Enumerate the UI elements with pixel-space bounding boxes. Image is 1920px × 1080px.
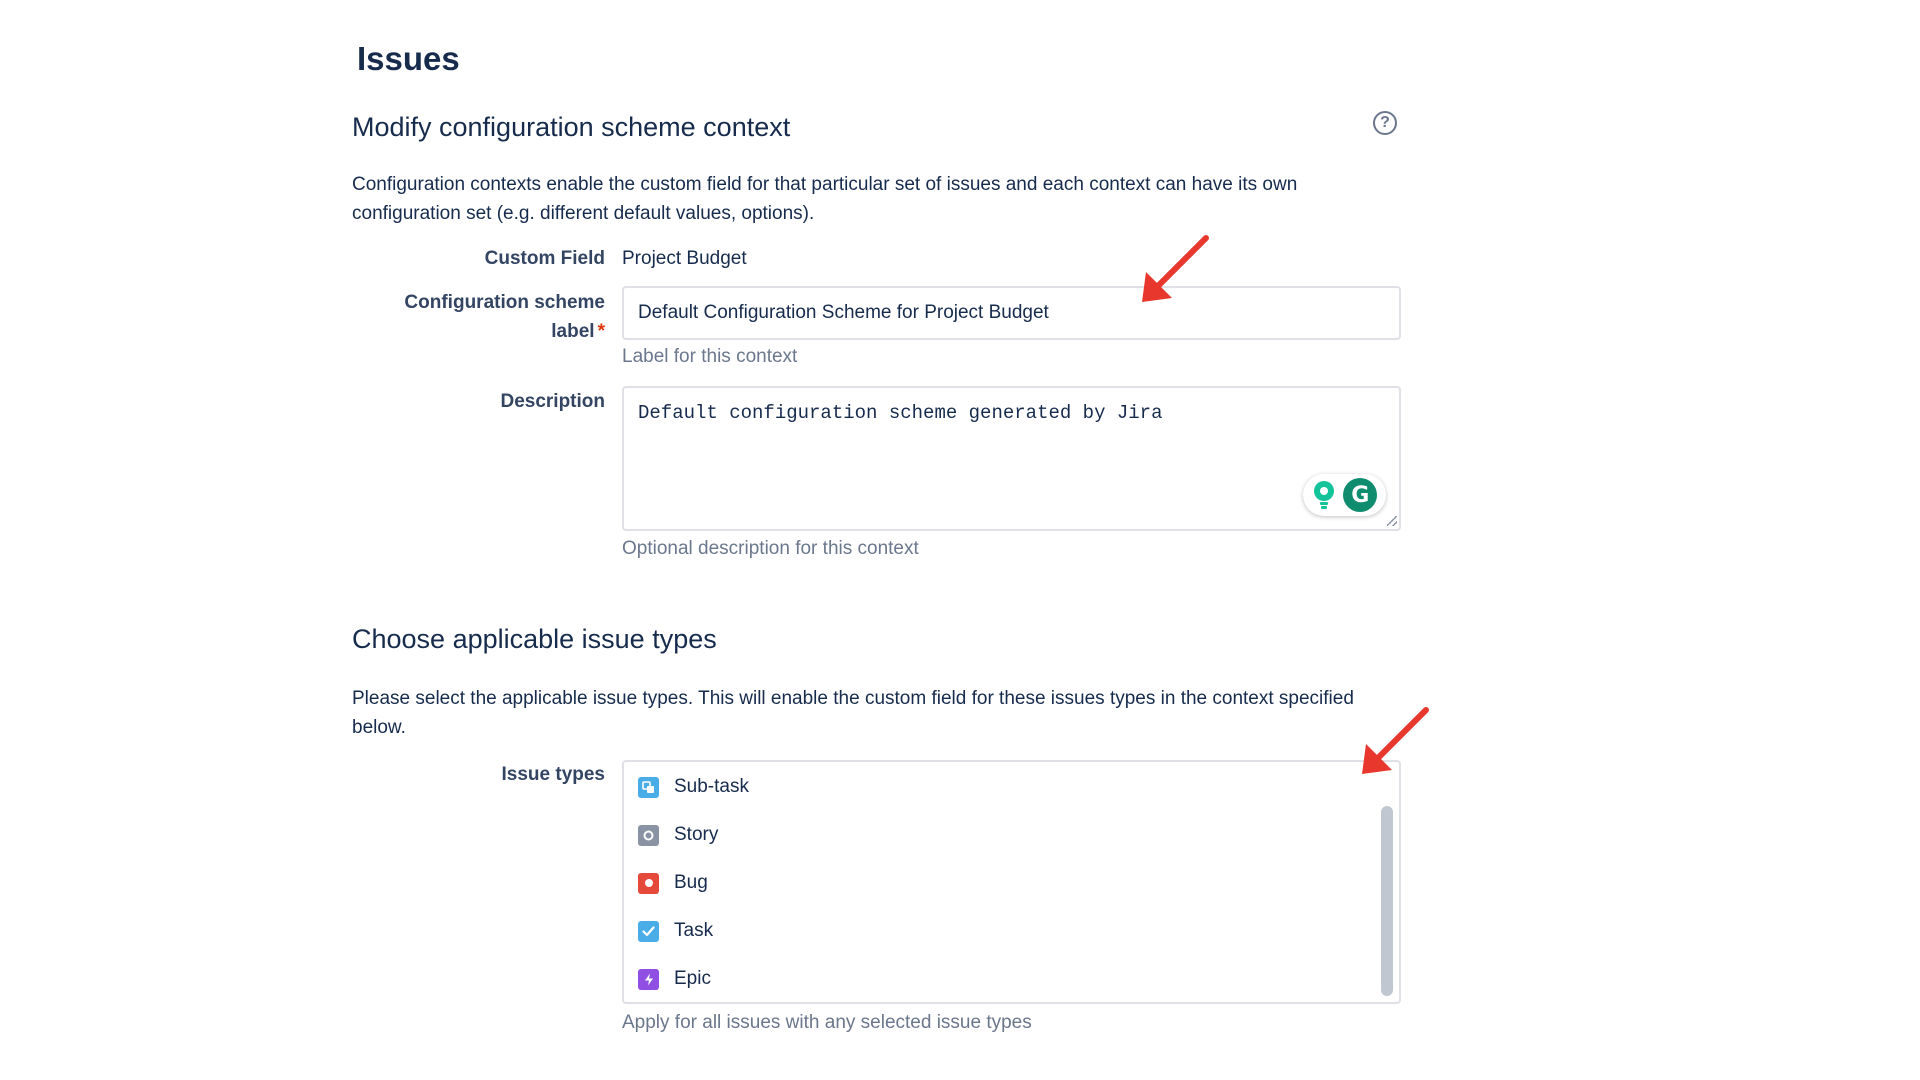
scheme-label-label: Configuration scheme label * [404, 288, 605, 346]
list-item-story[interactable]: Story [638, 820, 718, 850]
epic-icon [638, 968, 659, 990]
list-item-label: Task [674, 920, 714, 941]
description-label: Description [500, 391, 605, 412]
issue-types-description: Please select the applicable issue types… [352, 688, 1354, 738]
help-icon[interactable]: ? [1373, 111, 1397, 135]
context-section-title: Modify configuration scheme context [352, 112, 791, 142]
description-hint: Optional description for this context [622, 538, 919, 559]
annotation-arrow-icon [1142, 235, 1209, 302]
scheme-label-label-line2: label [551, 321, 595, 342]
custom-field-label: Custom Field [484, 248, 605, 269]
list-item-label: Bug [674, 872, 708, 893]
list-item-subtask[interactable]: Sub-task [638, 772, 749, 802]
list-item-label: Story [674, 824, 719, 845]
description-textarea[interactable]: Default configuration scheme generated b… [622, 386, 1401, 531]
scheme-label-label-line1: Configuration scheme [404, 292, 605, 313]
lightbulb-icon[interactable] [1312, 480, 1336, 510]
scheme-label-input[interactable] [622, 286, 1401, 340]
scrollbar-thumb[interactable] [1381, 806, 1393, 996]
context-description: Configuration contexts enable the custom… [352, 174, 1298, 224]
list-item-epic[interactable]: Epic [638, 964, 711, 994]
list-item-task[interactable]: Task [638, 916, 713, 946]
scheme-label-hint: Label for this context [622, 346, 798, 367]
list-item-label: Epic [674, 968, 711, 989]
list-item-label: Sub-task [674, 776, 749, 797]
bug-icon [638, 872, 659, 894]
issue-types-label: Issue types [501, 764, 606, 785]
custom-field-value: Project Budget [622, 248, 747, 269]
grammarly-widget[interactable]: G [1303, 474, 1386, 516]
grammarly-icon[interactable]: G [1343, 478, 1378, 512]
issue-types-section-title: Choose applicable issue types [352, 624, 717, 654]
page: Issues Modify configuration scheme conte… [0, 0, 1920, 1080]
annotation-arrow-icon [1362, 707, 1429, 774]
subtask-icon [638, 776, 659, 798]
list-item-bug[interactable]: Bug [638, 868, 708, 898]
scrollbar[interactable] [1381, 806, 1393, 996]
issue-types-hint: Apply for all issues with any selected i… [622, 1012, 1032, 1033]
story-icon [638, 824, 659, 846]
resize-handle[interactable] [1387, 516, 1397, 526]
page-title: Issues [357, 40, 460, 77]
required-marker: * [597, 321, 605, 342]
task-icon [638, 920, 659, 942]
issue-types-listbox[interactable]: Sub-task Story Bug Task Epic [622, 760, 1401, 1004]
